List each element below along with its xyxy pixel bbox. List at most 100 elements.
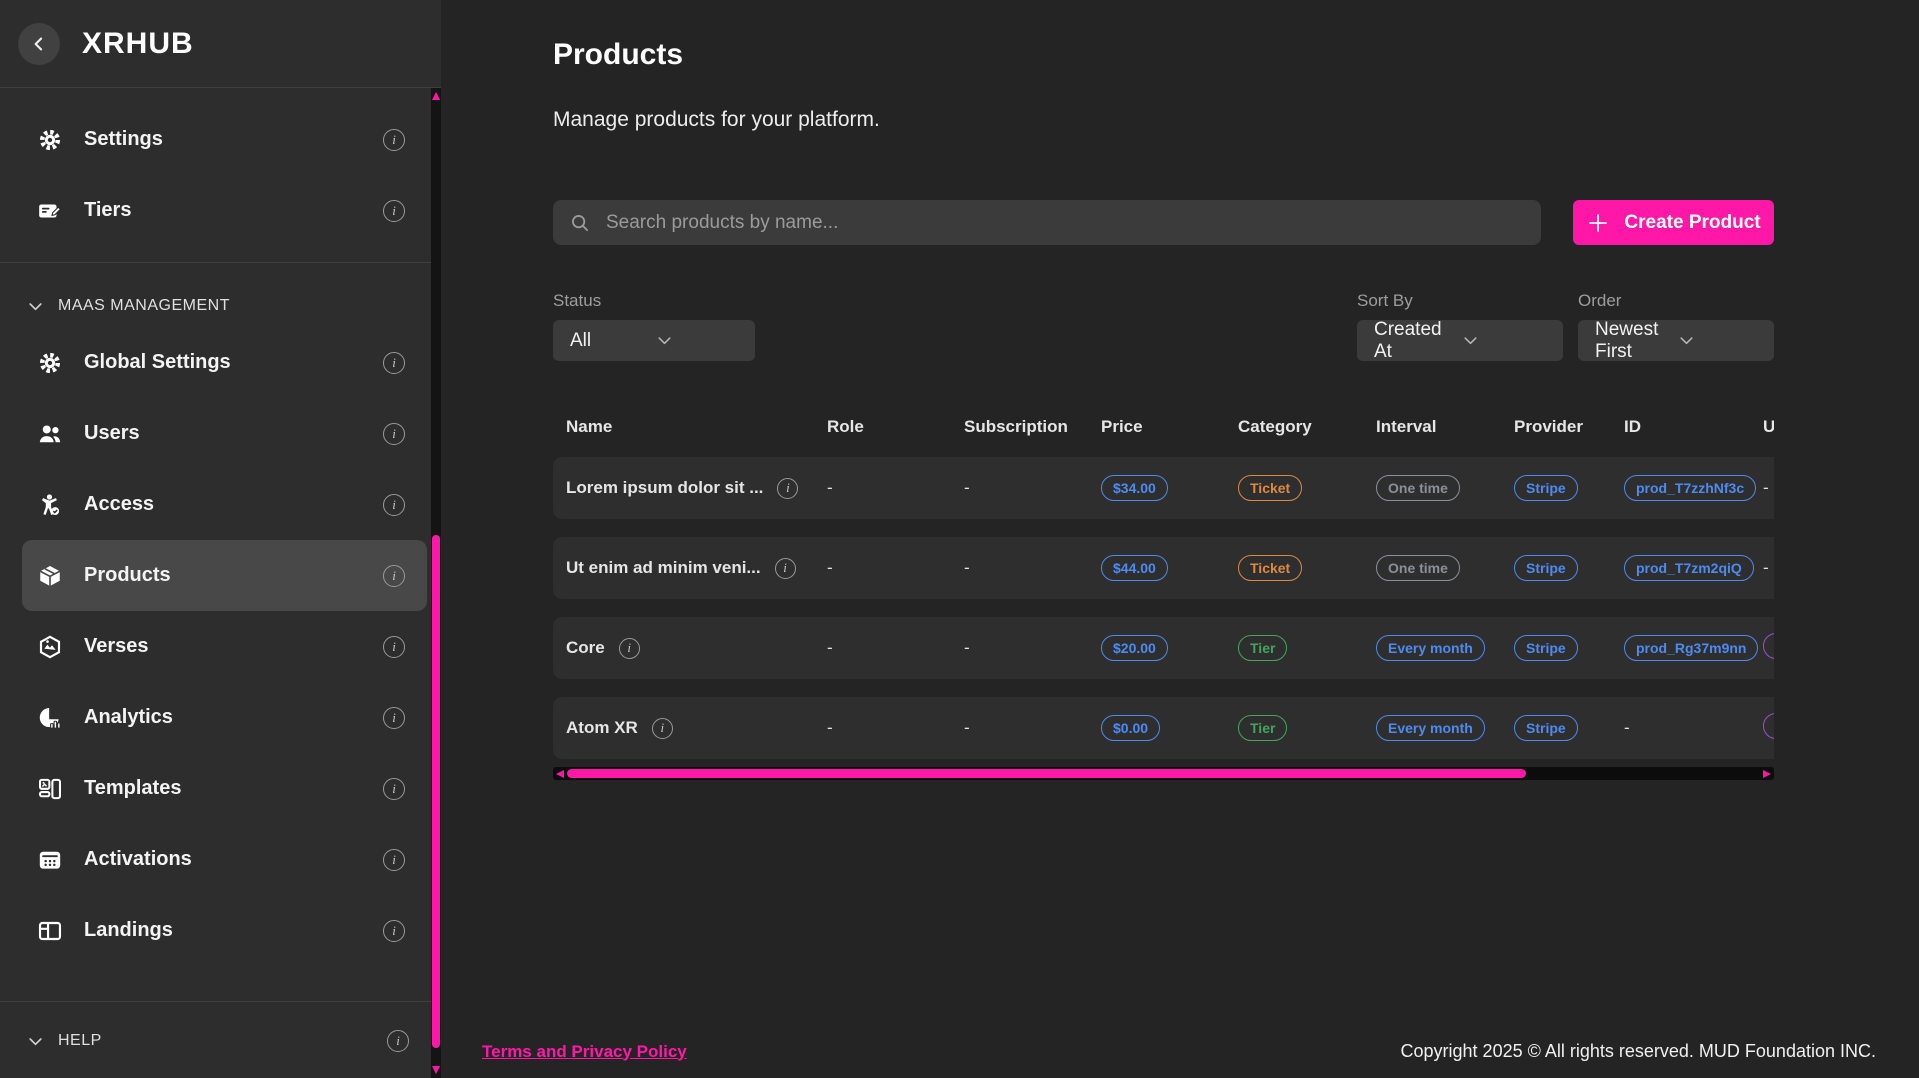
provider-pill: Stripe [1514, 635, 1578, 661]
role-value: - [827, 558, 964, 578]
info-icon[interactable] [383, 636, 405, 658]
info-icon[interactable] [383, 778, 405, 800]
category-pill: Ticket [1238, 555, 1302, 581]
info-icon[interactable] [383, 200, 405, 222]
sidebar-item-label: Activations [84, 848, 362, 871]
info-icon[interactable] [775, 558, 796, 579]
info-icon[interactable] [387, 1030, 409, 1052]
table-row[interactable]: Ut enim ad minim veni... - - $44.00 Tick… [553, 537, 1774, 599]
sort-by-label: Sort By [1357, 291, 1563, 311]
sidebar-item-verses[interactable]: Verses [22, 611, 427, 682]
sidebar-item-templates[interactable]: Templates [22, 753, 427, 824]
section-label: MAAS MANAGEMENT [58, 297, 230, 315]
scroll-right-arrow-icon[interactable] [1763, 770, 1771, 778]
terms-privacy-link[interactable]: Terms and Privacy Policy [482, 1042, 687, 1062]
sidebar-item-label: Settings [84, 128, 362, 151]
search-input[interactable] [604, 211, 1525, 235]
scroll-up-arrow-icon[interactable] [432, 92, 440, 100]
status-select[interactable]: All [553, 320, 755, 361]
sort-filters: Sort By Created At Order Newest First [1357, 291, 1774, 361]
sidebar-item-users[interactable]: Users [22, 398, 427, 469]
sidebar-item-label: Users [84, 422, 362, 445]
info-icon[interactable] [383, 849, 405, 871]
collapse-sidebar-button[interactable] [18, 23, 60, 65]
order-select[interactable]: Newest First [1578, 320, 1774, 361]
provider-pill: Stripe [1514, 475, 1578, 501]
sidebar-help-section: HELP [0, 1001, 431, 1078]
sidebar-item-global-settings[interactable]: Global Settings [22, 327, 427, 398]
create-product-button[interactable]: Create Product [1573, 200, 1774, 245]
info-icon[interactable] [652, 718, 673, 739]
app-logo: XRHUB [82, 27, 194, 61]
category-pill: Tier [1238, 635, 1287, 661]
sidebar-item-label: Global Settings [84, 351, 362, 374]
sidebar-item-settings[interactable]: Settings [22, 104, 427, 175]
status-filter: Status All [553, 291, 755, 361]
table-horizontal-scrollbar[interactable] [553, 767, 1774, 780]
sort-by-select[interactable]: Created At [1357, 320, 1563, 361]
table-row[interactable]: Atom XR - - $0.00 Tier Every month Strip… [553, 697, 1774, 759]
scroll-down-arrow-icon[interactable] [432, 1066, 440, 1074]
plus-icon [1586, 211, 1610, 235]
sidebar-section-maas[interactable]: MAAS MANAGEMENT [0, 263, 441, 327]
interval-pill: One time [1376, 475, 1460, 501]
info-icon[interactable] [383, 423, 405, 445]
price-pill: $0.00 [1101, 715, 1160, 741]
info-icon[interactable] [619, 638, 640, 659]
scrollbar-thumb[interactable] [567, 769, 1526, 778]
clipped-pill [1763, 713, 1774, 739]
order-filter: Order Newest First [1578, 291, 1774, 361]
info-icon[interactable] [383, 129, 405, 151]
person-check-icon [37, 492, 63, 518]
users-icon [37, 421, 63, 447]
products-table: Name Role Subscription Price Category In… [553, 411, 1774, 780]
page-subtitle: Manage products for your platform. [553, 108, 1919, 132]
sidebar-item-landings[interactable]: Landings [22, 895, 427, 966]
info-icon[interactable] [383, 565, 405, 587]
product-name: Core [566, 638, 605, 658]
pie-chart-icon [37, 705, 63, 731]
updated-value: - [1763, 558, 1774, 578]
price-pill: $34.00 [1101, 475, 1168, 501]
sort-by-filter: Sort By Created At [1357, 291, 1563, 361]
sidebar-item-products[interactable]: Products [22, 540, 427, 611]
sidebar-item-label: Analytics [84, 706, 362, 729]
role-value: - [827, 718, 964, 738]
info-icon[interactable] [383, 707, 405, 729]
chevron-down-icon [656, 332, 742, 349]
provider-pill: Stripe [1514, 555, 1578, 581]
sidebar-item-activations[interactable]: Activations [22, 824, 427, 895]
sidebar-item-access[interactable]: Access [22, 469, 427, 540]
category-pill: Tier [1238, 715, 1287, 741]
toolbar: Create Product [553, 200, 1774, 245]
column-header-price: Price [1101, 417, 1238, 437]
footer: Terms and Privacy Policy Copyright 2025 … [441, 1041, 1919, 1078]
column-header-role: Role [827, 417, 964, 437]
scrollbar-thumb[interactable] [432, 535, 440, 1048]
info-icon[interactable] [383, 920, 405, 942]
sidebar-scrollbar[interactable] [431, 88, 441, 1078]
layout-blocks-icon [37, 776, 63, 802]
sidebar-item-label: Templates [84, 777, 362, 800]
sidebar-item-analytics[interactable]: Analytics [22, 682, 427, 753]
product-id-pill: prod_Rg37m9nn [1624, 635, 1758, 661]
column-header-interval: Interval [1376, 417, 1514, 437]
table-row[interactable]: Lorem ipsum dolor sit ... - - $34.00 Tic… [553, 457, 1774, 519]
create-product-label: Create Product [1624, 212, 1760, 234]
info-icon[interactable] [383, 494, 405, 516]
info-icon[interactable] [383, 352, 405, 374]
product-name: Lorem ipsum dolor sit ... [566, 478, 763, 498]
table-row[interactable]: Core - - $20.00 Tier Every month Stripe … [553, 617, 1774, 679]
clipped-pill [1763, 633, 1774, 659]
provider-pill: Stripe [1514, 715, 1578, 741]
info-icon[interactable] [777, 478, 798, 499]
updated-value: - [1763, 478, 1774, 498]
price-pill: $20.00 [1101, 635, 1168, 661]
column-header-id: ID [1624, 417, 1763, 437]
scroll-left-arrow-icon[interactable] [556, 770, 564, 778]
chevron-left-icon [29, 34, 49, 54]
sidebar-section-help[interactable]: HELP [0, 1002, 431, 1078]
table-header-row: Name Role Subscription Price Category In… [553, 411, 1774, 443]
sidebar-item-tiers[interactable]: Tiers [22, 175, 427, 246]
sidebar-item-label: Access [84, 493, 362, 516]
